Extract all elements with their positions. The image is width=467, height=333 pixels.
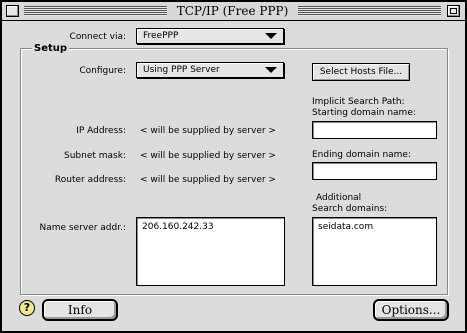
title-bar-stripes <box>298 6 441 16</box>
router-address-label: Router address: <box>54 175 126 185</box>
configure-value: Using PPP Server <box>143 65 220 75</box>
search-domains-field[interactable]: seidata.com <box>312 217 437 286</box>
info-button[interactable]: Info <box>42 299 118 321</box>
tcpip-window: TCP/IP (Free PPP) Connect via: FreePPP S… <box>0 0 467 333</box>
configure-popup[interactable]: Using PPP Server <box>136 62 284 78</box>
ending-domain-field[interactable] <box>312 162 437 180</box>
starting-domain-field[interactable] <box>312 121 437 139</box>
connect-via-value: FreePPP <box>143 31 179 41</box>
ip-address-value: < will be supplied by server > <box>140 126 276 136</box>
subnet-mask-label: Subnet mask: <box>64 151 126 161</box>
help-icon[interactable]: ? <box>19 300 35 316</box>
ending-domain-label: Ending domain name: <box>312 150 412 160</box>
window-title: TCP/IP (Free PPP) <box>167 3 298 19</box>
search-domains-label: Search domains: <box>312 204 388 214</box>
title-bar[interactable]: TCP/IP (Free PPP) <box>2 2 465 21</box>
popup-arrow-icon <box>265 33 277 39</box>
ip-address-label: IP Address: <box>76 126 126 136</box>
router-address-value: < will be supplied by server > <box>140 175 276 185</box>
title-bar-stripes <box>24 6 167 16</box>
popup-arrow-icon <box>265 67 277 73</box>
close-box-icon[interactable] <box>6 5 19 17</box>
implicit-search-path-label: Implicit Search Path: <box>312 97 405 107</box>
options-button[interactable]: Options... <box>373 299 449 321</box>
subnet-mask-value: < will be supplied by server > <box>140 151 276 161</box>
connect-via-label: Connect via: <box>69 32 126 42</box>
configure-label: Configure: <box>79 66 126 76</box>
setup-group-title: Setup <box>32 43 70 55</box>
name-server-label: Name server addr.: <box>39 223 126 233</box>
select-hosts-file-button[interactable]: Select Hosts File... <box>312 63 410 81</box>
name-server-field[interactable]: 206.160.242.33 <box>136 217 285 286</box>
zoom-box-icon[interactable] <box>447 5 460 17</box>
starting-domain-label: Starting domain name: <box>312 108 416 118</box>
connect-via-popup[interactable]: FreePPP <box>136 28 284 44</box>
additional-label: Additional <box>316 193 362 203</box>
